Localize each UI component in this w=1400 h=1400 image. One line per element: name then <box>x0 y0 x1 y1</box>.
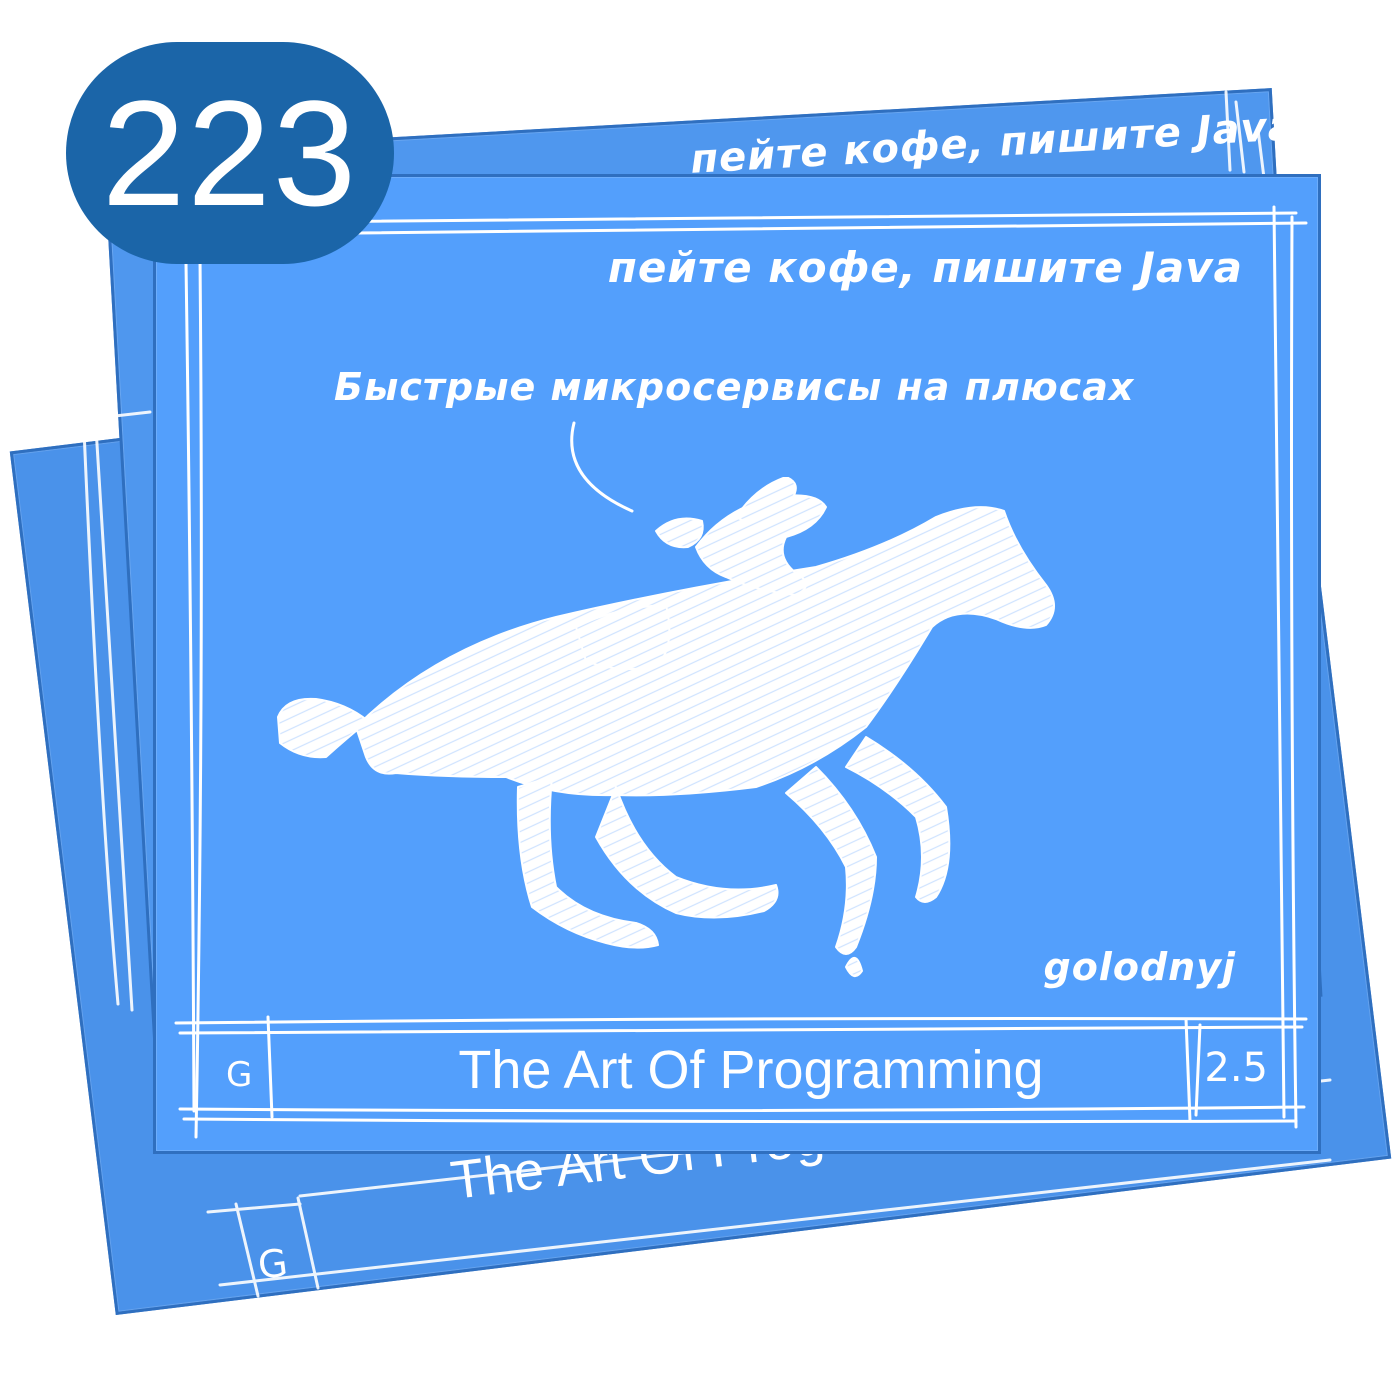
front-card: пейте кофе, пишите Java Быстрые микросер… <box>153 174 1321 1154</box>
racehorse-with-jockey-icon <box>277 477 1055 978</box>
footer-title: The Art Of Programming <box>458 1040 1044 1100</box>
episode-number: 223 <box>101 69 359 237</box>
cover-stage: пейте кофе, пишите Java The Art Of Progr… <box>0 0 1400 1400</box>
speech-text: Быстрые микросервисы на плюсах <box>334 365 1135 409</box>
card-tagline: пейте кофе, пишите Java <box>607 243 1243 292</box>
episode-badge: 223 <box>66 42 394 264</box>
back-card-footer-left-mark: G <box>255 1240 291 1288</box>
footer-left-mark: G <box>226 1055 253 1095</box>
footer-right-mark: 2.5 <box>1204 1045 1268 1091</box>
author-signature: golodnyj <box>1043 945 1236 989</box>
